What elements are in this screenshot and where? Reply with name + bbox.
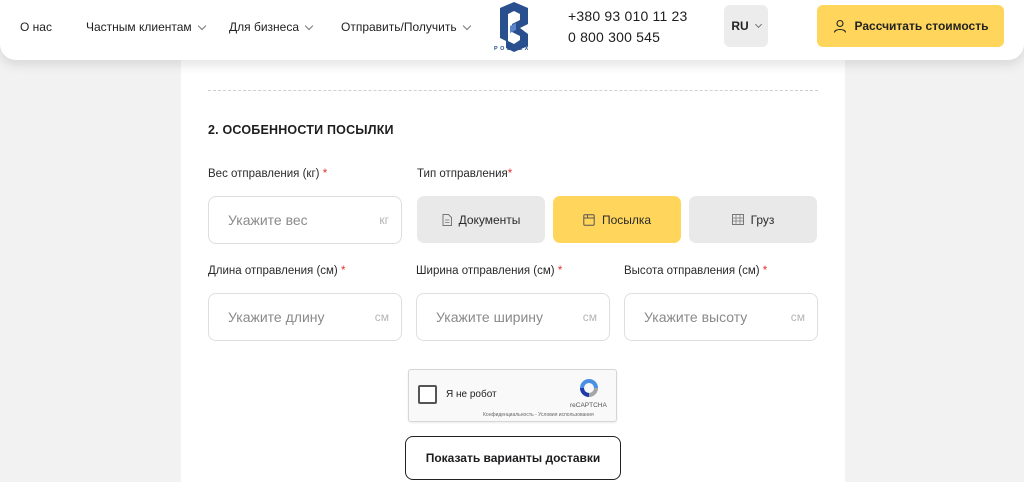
nav-send-receive[interactable]: Отправить/Получить bbox=[341, 20, 471, 34]
type-label: Тип отправления* bbox=[417, 168, 513, 180]
recaptcha-label: Я не робот bbox=[446, 389, 497, 400]
parcel-form-card: 2. ОСОБЕННОСТИ ПОСЫЛКИ Вес отправления (… bbox=[181, 40, 845, 482]
recaptcha-privacy-links[interactable]: Конфиденциальность - Условия использован… bbox=[483, 412, 594, 418]
type-documents-button[interactable]: Документы bbox=[417, 196, 545, 243]
nav-private-clients[interactable]: Частным клиентам bbox=[86, 20, 206, 34]
section-divider bbox=[208, 90, 818, 91]
recaptcha-widget: Я не робот reCAPTCHA Конфиденциальность … bbox=[408, 369, 617, 422]
show-delivery-options-button[interactable]: Показать варианты доставки bbox=[405, 436, 621, 480]
language-selector[interactable]: RU bbox=[724, 5, 768, 47]
logo-text: POSTEX bbox=[494, 46, 531, 52]
type-cargo-button[interactable]: Груз bbox=[689, 196, 817, 243]
phone-mobile[interactable]: +380 93 010 11 23 bbox=[568, 8, 688, 24]
recaptcha-logo-icon bbox=[580, 379, 598, 397]
user-icon bbox=[833, 19, 846, 33]
recaptcha-checkbox[interactable] bbox=[418, 385, 437, 404]
chevron-down-icon bbox=[304, 21, 314, 30]
chevron-down-icon bbox=[754, 20, 762, 29]
recaptcha-brand: reCAPTCHA bbox=[570, 402, 607, 409]
chevron-down-icon bbox=[197, 21, 206, 30]
height-input[interactable]: Укажите высоту см bbox=[624, 293, 818, 341]
nav-about[interactable]: О нас bbox=[20, 20, 52, 34]
calculate-cost-button[interactable]: Рассчитать стоимость bbox=[817, 5, 1004, 47]
section-title: 2. ОСОБЕННОСТИ ПОСЫЛКИ bbox=[208, 123, 394, 137]
cargo-icon bbox=[731, 214, 744, 225]
phone-hotline[interactable]: 0 800 300 545 bbox=[568, 29, 660, 45]
height-label: Высота отправления (см) * bbox=[624, 265, 768, 277]
length-label: Длина отправления (см) * bbox=[208, 265, 346, 277]
nav-business[interactable]: Для бизнеса bbox=[229, 20, 314, 34]
length-input[interactable]: Укажите длину см bbox=[208, 293, 402, 341]
weight-input[interactable]: Укажите вес кг bbox=[208, 196, 402, 244]
parcel-icon bbox=[583, 213, 595, 226]
chevron-down-icon bbox=[462, 21, 471, 30]
width-input[interactable]: Укажите ширину см bbox=[416, 293, 610, 341]
type-parcel-button[interactable]: Посылка bbox=[553, 196, 681, 243]
site-header: О нас Частным клиентам Для бизнеса Отпра… bbox=[0, 0, 1024, 60]
width-label: Ширина отправления (см) * bbox=[416, 265, 563, 277]
weight-label: Вес отправления (кг) * bbox=[208, 168, 328, 180]
document-icon bbox=[442, 213, 452, 226]
